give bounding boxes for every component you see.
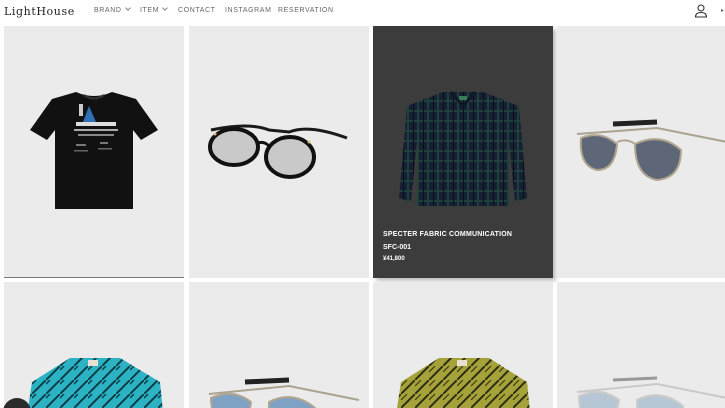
nav-instagram[interactable]: INSTAGRAM (225, 7, 272, 14)
nav-brand[interactable]: BRAND (94, 5, 131, 14)
product-grid: SPECTER FABRIC COMMUNICATION SFC-001 ¥41… (0, 0, 725, 408)
nav-contact[interactable]: CONTACT (178, 7, 216, 14)
product-card-black-glasses[interactable] (189, 26, 369, 278)
turquoise-shirt-image (28, 358, 163, 408)
black-glasses-image (208, 124, 348, 179)
product-card-aviator-glasses[interactable] (557, 26, 725, 278)
product-model: SFC-001 (383, 244, 412, 251)
tshirt-image (30, 92, 158, 209)
product-card-silver-aviator[interactable] (557, 282, 725, 408)
nav-reservation[interactable]: RESERVATION (278, 7, 334, 14)
user-icon[interactable] (694, 4, 708, 18)
olive-shirt-image (397, 358, 530, 408)
chevron-down-icon (162, 5, 168, 11)
aviator-glasses-image (576, 119, 725, 182)
product-info: SPECTER FABRIC COMMUNICATION SFC-001 ¥41… (383, 231, 512, 262)
product-card-tshirt[interactable] (4, 26, 184, 278)
cart-icon[interactable]: ▸ (721, 7, 724, 14)
blue-aviator-image (208, 377, 360, 408)
chevron-down-icon (124, 5, 131, 11)
site-logo[interactable]: LightHouse (4, 5, 75, 18)
product-price: ¥41,800 (383, 256, 405, 262)
site-header: LightHouse BRAND ITEM CONTACT INSTAGRAM … (0, 0, 725, 24)
product-card-turquoise-shirt[interactable] (4, 282, 184, 408)
silver-aviator-image (576, 376, 725, 408)
product-card-blue-aviator[interactable] (189, 282, 369, 408)
product-card-olive-shirt[interactable] (373, 282, 553, 408)
product-card-plaid-shirt[interactable]: SPECTER FABRIC COMMUNICATION SFC-001 ¥41… (373, 26, 553, 278)
nav-item[interactable]: ITEM (140, 5, 168, 14)
card-divider (4, 277, 184, 278)
product-brand: SPECTER FABRIC COMMUNICATION (383, 231, 513, 238)
